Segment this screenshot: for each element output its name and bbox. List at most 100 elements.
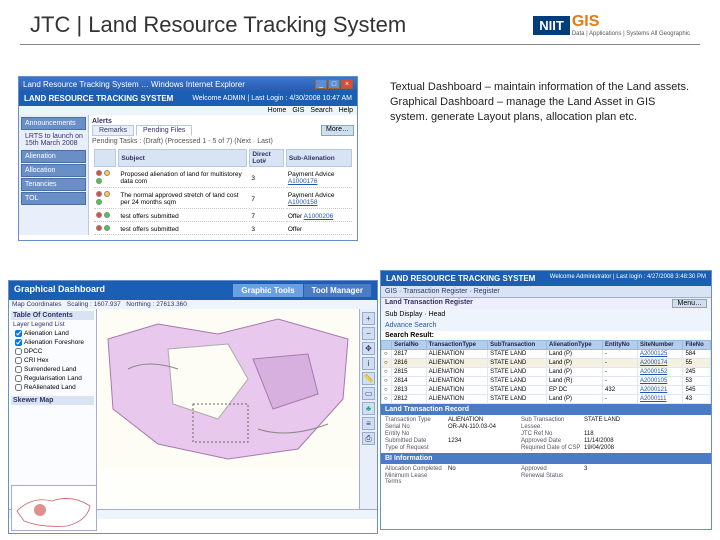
layer-item[interactable]: Alienation Land (11, 329, 94, 338)
layer-checkbox[interactable] (15, 357, 22, 364)
layer-checkbox[interactable] (15, 348, 22, 355)
menu-button[interactable]: Menu… (672, 299, 707, 308)
main-pane: Alerts Remarks Pending Files More… Pendi… (89, 115, 357, 235)
select-icon[interactable]: ▭ (362, 387, 375, 400)
graphical-title: Graphical Dashboard Graphic Tools Tool M… (9, 281, 377, 300)
tree-icon[interactable]: ♣ (362, 402, 375, 415)
logo-tagline: Data | Applications | Systems All Geogra… (572, 31, 690, 37)
record-grid: Transaction TypeALIENATIONSub Transactio… (381, 415, 711, 453)
table-row[interactable]: ○2817ALIENATIONSTATE LANDLand (P)-A20001… (382, 350, 711, 359)
tool-column: + − ✥ i 📏 ▭ ♣ ≡ ⎙ (359, 309, 377, 509)
identify-icon[interactable]: i (362, 357, 375, 370)
layer-item[interactable]: Alienation Foreshore (11, 338, 94, 347)
tab-tool-manager[interactable]: Tool Manager (304, 284, 372, 297)
coord-bar: Map Coordinates Scaling : 1607.937 North… (9, 300, 377, 309)
nav-tol[interactable]: TOL (21, 192, 86, 205)
tab-graphic-tools[interactable]: Graphic Tools (233, 284, 303, 297)
layer-checkbox[interactable] (15, 366, 22, 373)
nav-announcement-text: LRTS to launch on 15th March 2008 (21, 131, 86, 149)
table-row[interactable]: Proposed alienation of land for multisto… (94, 169, 352, 188)
layer-item[interactable]: DPCC (11, 347, 94, 356)
record-header: Land Transaction Record (381, 404, 711, 415)
slide-header: JTC | Land Resource Tracking System NIIT… (0, 0, 720, 44)
table-row[interactable]: ○2816ALIENATIONSTATE LANDLand (P)-A20001… (382, 359, 711, 368)
layer-checkbox[interactable] (15, 375, 22, 382)
more-button[interactable]: More… (321, 125, 354, 136)
bi-header: BI Information (381, 453, 711, 464)
welcome-text: Welcome ADMIN | Last Login : 4/30/2008 1… (192, 95, 352, 102)
graphical-title-text: Graphical Dashboard (14, 284, 105, 297)
description-text: Textual Dashboard – maintain information… (390, 80, 690, 125)
map-canvas[interactable] (97, 309, 359, 509)
col-suba: Sub-Alienation (286, 149, 352, 167)
coord-north: Northing : 27613.360 (126, 301, 187, 308)
table-row[interactable]: ○2814ALIENATIONSTATE LANDLand (R)-A20001… (382, 377, 711, 386)
menu-help[interactable]: Help (339, 107, 353, 114)
table-row[interactable]: The normal approved stretch of land cost… (94, 190, 352, 209)
close-button[interactable]: × (341, 79, 353, 89)
coord-scale: Scaling : 1607.937 (67, 301, 121, 308)
nav-allocation[interactable]: Allocation (21, 164, 86, 177)
col-status (94, 149, 116, 167)
nav-alienation[interactable]: Alienation (21, 150, 86, 163)
measure-icon[interactable]: 📏 (362, 372, 375, 385)
map-svg[interactable] (97, 309, 359, 469)
legend-header: Layer Legend List (11, 320, 94, 329)
logo-brand: NIIT (533, 16, 570, 35)
logo: NIIT GIS Data | Applications | Systems A… (533, 13, 690, 37)
layer-item[interactable]: Regularisation Land (11, 374, 94, 383)
advance-search-link[interactable]: Advance Search (385, 322, 436, 329)
layer-item[interactable]: Surrendered Land (11, 365, 94, 374)
table-row[interactable]: test offers submitted7Offer A1000206 (94, 211, 352, 222)
graphical-dashboard-window: Graphical Dashboard Graphic Tools Tool M… (8, 280, 378, 534)
overview-map[interactable] (11, 485, 97, 531)
table-of-contents: Table Of Contents Layer Legend List Alie… (9, 309, 97, 509)
nav-announcements[interactable]: Announcements (21, 117, 86, 130)
table-row[interactable]: ○2813ALIENATIONSTATE LANDEP DC432A200012… (382, 386, 711, 395)
nav-tenancies[interactable]: Tenancies (21, 178, 86, 191)
sub-display: Sub Display · Head (385, 311, 445, 318)
menu-gis[interactable]: GIS (292, 107, 304, 114)
menu-home[interactable]: Home (268, 107, 287, 114)
layer-item[interactable]: ReAlienated Land (11, 383, 94, 392)
tab-remarks[interactable]: Remarks (92, 125, 134, 136)
table-row[interactable]: ○2812ALIENATIONSTATE LANDLand (P)-A20001… (382, 395, 711, 404)
table-row[interactable]: test offers submitted3Offer (94, 224, 352, 235)
register-sys-title: LAND RESOURCE TRACKING SYSTEM (386, 274, 535, 283)
layer-checkbox[interactable] (15, 330, 22, 337)
register-window: LAND RESOURCE TRACKING SYSTEM Welcome Ad… (380, 270, 712, 530)
layers-icon[interactable]: ≡ (362, 417, 375, 430)
result-table: SerialNoTransactionTypeSubTransactionAli… (381, 340, 711, 404)
system-banner: LAND RESOURCE TRACKING SYSTEM Welcome AD… (19, 91, 357, 106)
side-nav: Announcements LRTS to launch on 15th Mar… (19, 115, 89, 235)
menu-search[interactable]: Search (310, 107, 332, 114)
print-icon[interactable]: ⎙ (362, 432, 375, 445)
bi-grid: Allocation CompletedNoApproved3 Minimum … (381, 464, 711, 487)
table-row[interactable]: ○2815ALIENATIONSTATE LANDLand (P)-A20001… (382, 368, 711, 377)
search-result-label: Search Result: (381, 331, 711, 340)
pan-icon[interactable]: ✥ (362, 342, 375, 355)
pending-table: Subject Direct Lot# Sub-Alienation Propo… (92, 147, 354, 235)
toc-header: Table Of Contents (11, 311, 94, 320)
register-welcome: Welcome Administrator | Last login : 4/2… (550, 274, 706, 283)
minimize-button[interactable]: _ (315, 79, 327, 89)
slide-title: JTC | Land Resource Tracking System (30, 12, 406, 38)
window-titlebar[interactable]: Land Resource Tracking System … Windows … (19, 77, 357, 91)
breadcrumb: GIS · Transaction Register · Register (381, 286, 711, 298)
minimap-header: Skewer Map (11, 396, 94, 405)
coord-label: Map Coordinates (12, 301, 62, 308)
zoom-out-icon[interactable]: − (362, 327, 375, 340)
window-title: Land Resource Tracking System … Windows … (23, 80, 245, 89)
zoom-in-icon[interactable]: + (362, 312, 375, 325)
layer-checkbox[interactable] (15, 339, 22, 346)
divider (20, 44, 700, 45)
maximize-button[interactable]: □ (328, 79, 340, 89)
worklist-label: Alerts (92, 118, 354, 125)
logo-suffix: GIS (572, 13, 600, 30)
layer-checkbox[interactable] (15, 384, 22, 391)
system-title: LAND RESOURCE TRACKING SYSTEM (24, 94, 173, 103)
register-banner: LAND RESOURCE TRACKING SYSTEM Welcome Ad… (381, 271, 711, 286)
textual-dashboard-window: Land Resource Tracking System … Windows … (18, 76, 358, 241)
tab-pending-files[interactable]: Pending Files (136, 125, 192, 136)
layer-item[interactable]: CRI Hex (11, 356, 94, 365)
